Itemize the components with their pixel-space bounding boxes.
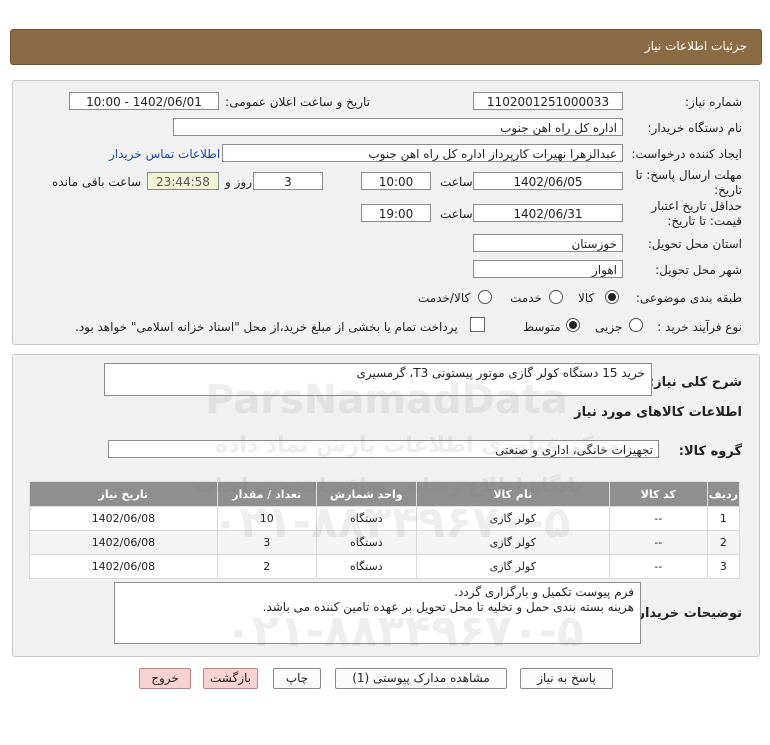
purchase-minor-label: جزیی [595, 320, 623, 334]
validity-date-field: 1402/06/31 [473, 204, 623, 222]
validity-hour-label: ساعت [440, 207, 473, 221]
buyer-org-label: نام دستگاه خریدار: [647, 121, 743, 135]
cell-row: 1 [706, 506, 741, 531]
creator-label: ایجاد کننده درخواست: [631, 147, 742, 161]
category-label: طبقه بندی موضوعی: [635, 291, 742, 305]
creator-field: عبدالزهرا نهیرات کارپرداز اداره کل راه ا… [222, 144, 623, 162]
deadline-label: مهلت ارسال پاسخ: تا [635, 168, 742, 182]
buyer-contact-link[interactable]: اطلاعات تماس خریدار [109, 147, 220, 161]
treasury-payment-note: پرداخت تمام یا بخشی از مبلغ خرید،از محل … [75, 320, 458, 334]
category-goods-service-radio[interactable] [478, 290, 492, 304]
cell-code: -- [608, 554, 708, 579]
city-field: اهواز [473, 260, 623, 278]
category-goods-label: کالا [578, 291, 595, 305]
days-field: 3 [253, 172, 323, 190]
goods-group-field: تجهیزات خانگی، اداری و صنعتی [108, 440, 659, 458]
buyer-notes-box: فرم پیوست تکمیل و بارگزاری گردد. هزینه ب… [114, 582, 641, 644]
buyer-notes-line-1: فرم پیوست تکمیل و بارگزاری گردد. [454, 585, 634, 599]
remaining-label: ساعت باقی مانده [52, 175, 142, 189]
treasury-payment-checkbox[interactable] [470, 317, 485, 332]
validity-time-field: 19:00 [361, 204, 431, 222]
deadline-date-field: 1402/06/05 [473, 172, 623, 190]
view-attachments-button[interactable]: مشاهده مدارک پیوستی (1) [335, 668, 507, 689]
cell-qty: 2 [216, 554, 317, 579]
cell-name: کولر گازی [415, 554, 610, 579]
cell-name: کولر گازی [415, 530, 610, 555]
table-row: 3 -- کولر گازی دستگاه 2 1402/06/08 [29, 554, 741, 579]
table-row: 2 -- کولر گازی دستگاه 3 1402/06/08 [29, 530, 741, 555]
cell-unit: دستگاه [315, 530, 417, 555]
col-qty: تعداد / مقدار [216, 481, 317, 507]
col-date: تاریخ نیاز [29, 481, 218, 507]
category-service-label: خدمت [510, 291, 542, 305]
need-number-field: 1102001251000033 [473, 92, 623, 110]
announce-field: 1402/06/01 - 10:00 [69, 92, 219, 110]
cell-row: 2 [706, 530, 741, 555]
remaining-time-field: 23:44:58 [147, 172, 219, 190]
need-number-label: شماره نیاز: [685, 95, 742, 109]
cell-code: -- [608, 530, 708, 555]
buyer-notes-line-2: هزینه بسته بندی حمل و تخلیه تا محل تحویل… [262, 600, 634, 614]
purchase-minor-radio[interactable] [629, 318, 643, 332]
days-label: روز و [225, 175, 252, 189]
cell-name: کولر گازی [415, 506, 610, 531]
cell-unit: دستگاه [315, 554, 417, 579]
purchase-medium-label: متوسط [523, 320, 561, 334]
validity-label-2: قیمت: تا تاریخ: [667, 214, 742, 228]
cell-date: 1402/06/08 [29, 554, 218, 579]
print-button[interactable]: چاپ [273, 668, 321, 689]
cell-unit: دستگاه [315, 506, 417, 531]
deadline-hour-label: ساعت [440, 175, 473, 189]
category-service-radio[interactable] [549, 290, 563, 304]
buyer-org-field: اداره کل راه اهن جنوب [173, 118, 623, 136]
need-description-box: خرید 15 دستگاه کولر گازی موتور پیستونی T… [104, 363, 652, 396]
col-row: ردیف [706, 481, 741, 507]
goods-info-title: اطلاعات کالاهای مورد نیاز [574, 405, 742, 420]
need-description-label: شرح کلی نیاز: [648, 375, 742, 390]
col-name: نام کالا [415, 481, 610, 507]
page-title: جزئیات اطلاعات نیاز [644, 39, 747, 53]
purchase-type-label: نوع فرآیند خرید : [657, 320, 742, 334]
category-goods-radio[interactable] [605, 290, 619, 304]
goods-table: ردیف کد کالا نام کالا واحد شمارش تعداد /… [29, 481, 741, 579]
back-button[interactable]: بازگشت [203, 668, 258, 689]
cell-date: 1402/06/08 [29, 530, 218, 555]
buyer-notes-label: توضیحات خریدار: [632, 606, 742, 621]
city-label: شهر محل تحویل: [655, 263, 742, 277]
deadline-label-2: تاریخ: [714, 183, 742, 197]
category-goods-service-label: کالا/خدمت [418, 291, 471, 305]
cell-date: 1402/06/08 [29, 506, 218, 531]
exit-button[interactable]: خروج [139, 668, 191, 689]
cell-code: -- [608, 506, 708, 531]
cell-qty: 10 [216, 506, 317, 531]
goods-group-label: گروه کالا: [678, 444, 742, 459]
cell-qty: 3 [216, 530, 317, 555]
cell-row: 3 [706, 554, 741, 579]
col-unit: واحد شمارش [315, 481, 417, 507]
deadline-time-field: 10:00 [361, 172, 431, 190]
reply-button[interactable]: پاسخ به نیاز [520, 668, 613, 689]
province-label: استان محل تحویل: [647, 237, 742, 251]
purchase-medium-radio[interactable] [566, 318, 580, 332]
table-row: 1 -- کولر گازی دستگاه 10 1402/06/08 [29, 506, 741, 531]
validity-label: حداقل تاریخ اعتبار [651, 199, 742, 213]
province-field: خوزستان [473, 234, 623, 252]
announce-label: تاریخ و ساعت اعلان عمومی: [225, 95, 370, 109]
page-header: جزئیات اطلاعات نیاز [10, 29, 762, 65]
col-code: کد کالا [608, 481, 708, 507]
goods-table-header: ردیف کد کالا نام کالا واحد شمارش تعداد /… [29, 481, 741, 507]
